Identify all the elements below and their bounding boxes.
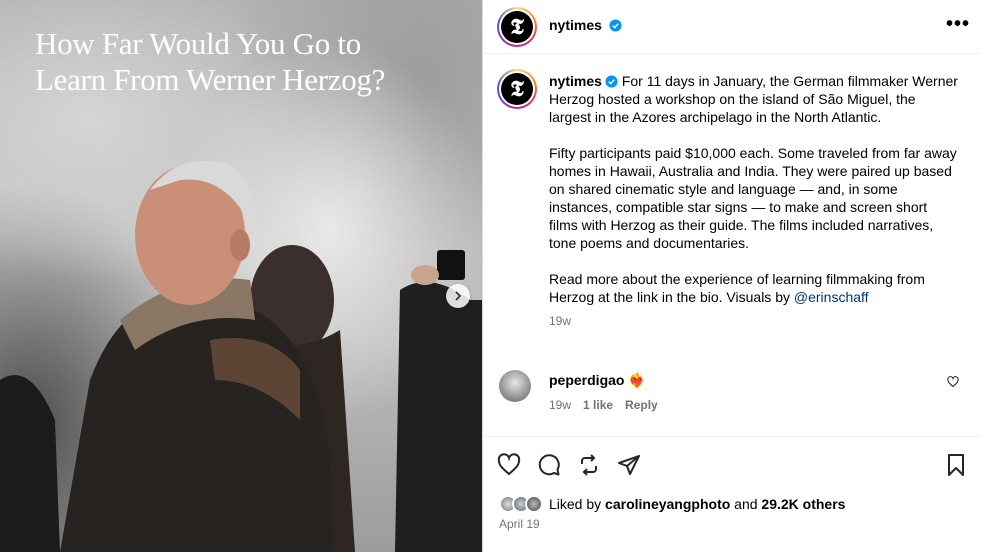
comment-username[interactable]: peperdigao <box>549 372 624 388</box>
liker-avatar <box>525 495 543 513</box>
header-username[interactable]: nytimes <box>549 17 602 33</box>
more-options-button[interactable]: ••• <box>946 14 970 34</box>
comment-reply-button[interactable]: Reply <box>625 398 658 412</box>
caption-age[interactable]: 19w <box>549 312 959 330</box>
liked-by-others[interactable]: 29.2K others <box>761 496 845 512</box>
comment-likes[interactable]: 1 like <box>583 398 613 412</box>
comment-icon <box>538 454 560 476</box>
repost-icon <box>581 454 597 476</box>
nyt-logo-icon: 𝕿 <box>501 73 533 105</box>
share-icon <box>618 455 640 475</box>
comment-button[interactable] <box>537 453 561 477</box>
save-button[interactable] <box>944 453 968 477</box>
fire-heart-emoji: ❤️‍🔥 <box>628 372 646 388</box>
liked-by-and: and <box>734 496 758 512</box>
liker-avatars[interactable] <box>499 495 543 513</box>
share-button[interactable] <box>617 453 641 477</box>
bookmark-icon <box>948 454 964 476</box>
headline-line-1: How Far Would You Go to <box>35 26 361 61</box>
comment-age[interactable]: 19w <box>549 398 571 412</box>
caption-paragraph-2: Fifty participants paid $10,000 each. So… <box>549 145 957 251</box>
liked-by-prefix: Liked by <box>549 496 602 512</box>
liked-by-user[interactable]: carolineyangphoto <box>605 496 730 512</box>
post-date[interactable]: April 19 <box>499 517 540 531</box>
post-actions: Liked by carolineyangphoto and 29.2K oth… <box>483 436 981 552</box>
post-header: 𝕿 nytimes ••• <box>483 0 981 54</box>
header-avatar[interactable]: 𝕿 <box>497 7 537 47</box>
heart-icon <box>497 453 521 476</box>
mention-link[interactable]: @erinschaff <box>794 289 869 305</box>
post-details-panel: 𝕿 nytimes ••• 𝕿 nytimes For 11 days in J… <box>482 0 981 552</box>
verified-badge-icon <box>605 75 618 88</box>
chevron-right-icon <box>455 291 462 301</box>
like-button[interactable] <box>497 453 521 477</box>
nyt-logo-icon: 𝕿 <box>501 11 533 43</box>
caption-avatar[interactable]: 𝕿 <box>497 69 537 109</box>
caption-username[interactable]: nytimes <box>549 73 602 89</box>
verified-badge-icon <box>609 19 622 32</box>
media-headline: How Far Would You Go to Learn From Werne… <box>35 26 455 98</box>
carousel-next-button[interactable] <box>446 284 470 308</box>
post-media[interactable]: How Far Would You Go to Learn From Werne… <box>0 0 482 552</box>
repost-button[interactable] <box>577 453 601 477</box>
likes-summary: Liked by carolineyangphoto and 29.2K oth… <box>499 495 845 513</box>
comment-item: peperdigao ❤️‍🔥 19w 1 like Reply <box>499 370 969 420</box>
post-caption: nytimes For 11 days in January, the Germ… <box>549 72 959 330</box>
headline-line-2: Learn From Werner Herzog? <box>35 62 386 97</box>
comment-avatar[interactable] <box>499 370 531 402</box>
comment-like-heart-icon[interactable] <box>947 376 959 388</box>
